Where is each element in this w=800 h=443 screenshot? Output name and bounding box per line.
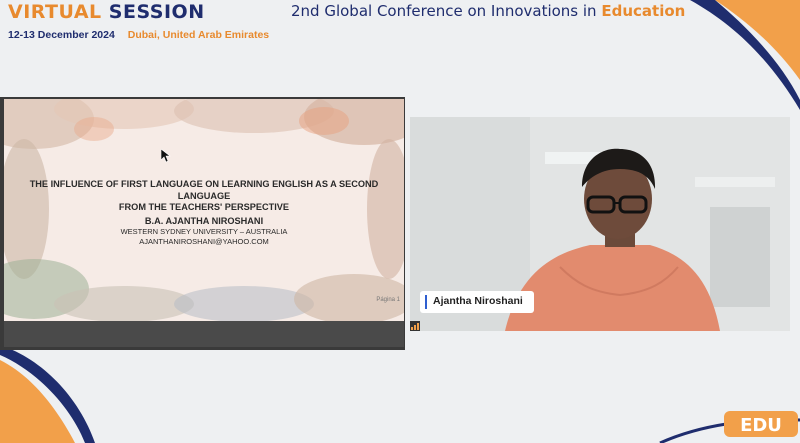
conference-title-prefix: 2nd Global Conference on Innovations in — [291, 2, 597, 20]
shared-screen: THE INFLUENCE OF FIRST LANGUAGE ON LEARN… — [0, 97, 405, 350]
edu-logo: EDU — [724, 411, 798, 437]
slide-title-line2: FROM THE TEACHERS' PERSPECTIVE — [118, 202, 290, 212]
session-header: VIRTUAL SESSION 12-13 December 2024 Duba… — [8, 0, 269, 41]
conference-title-highlight: Education — [601, 2, 686, 20]
conference-title: 2nd Global Conference on Innovations in … — [291, 2, 685, 20]
slide-author: B.A. AJANTHA NIROSHANI — [144, 215, 264, 226]
slide-content: THE INFLUENCE OF FIRST LANGUAGE ON LEARN… — [4, 179, 404, 247]
edu-logo-text: EDU — [740, 415, 782, 436]
slide-affiliation: WESTERN SYDNEY UNIVERSITY – AUSTRALIA — [120, 227, 288, 236]
session-brand: VIRTUAL SESSION — [8, 0, 269, 24]
brand-word-session: SESSION — [108, 1, 205, 23]
slide-page-number: Página 1 — [376, 297, 400, 303]
slide-email: AJANTHANIROSHANI@YAHOO.COM — [139, 237, 269, 246]
session-date: 12-13 December 2024 — [8, 29, 115, 41]
participant-name: Ajantha Niroshani — [433, 295, 523, 307]
session-meta: 12-13 December 2024 Dubai, United Arab E… — [8, 29, 269, 41]
mouse-pointer-icon — [161, 149, 171, 163]
participant-name-tag: Ajantha Niroshani — [420, 291, 534, 313]
name-tag-accent — [425, 295, 427, 309]
session-location: Dubai, United Arab Emirates — [127, 29, 270, 41]
slide-bottom-bar — [4, 321, 404, 347]
brand-word-virtual: VIRTUAL — [8, 1, 102, 23]
presentation-slide: THE INFLUENCE OF FIRST LANGUAGE ON LEARN… — [4, 99, 404, 321]
connection-signal-icon — [410, 321, 420, 331]
slide-title-line1: THE INFLUENCE OF FIRST LANGUAGE ON LEARN… — [29, 179, 379, 201]
